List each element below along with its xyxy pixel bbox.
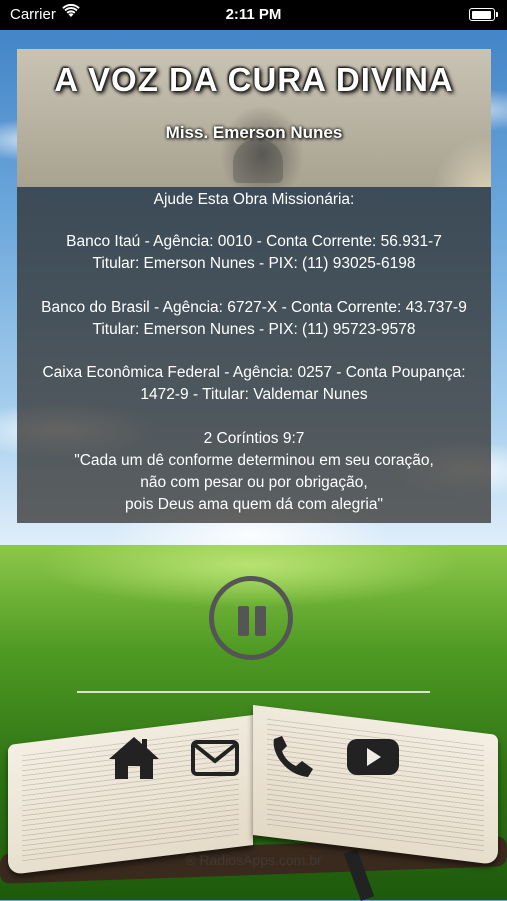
mail-icon[interactable] [191, 740, 239, 776]
header-banner: A VOZ DA CURA DIVINA Miss. Emerson Nunes [17, 49, 491, 187]
verse-reference: 2 Coríntios 9:7 [203, 430, 305, 447]
bank-caixa-line2: 1472-9 - Titular: Valdemar Nunes [140, 386, 368, 403]
clock: 2:11 PM [225, 6, 282, 23]
home-icon[interactable] [107, 735, 161, 781]
bank-brasil-line1: Banco do Brasil - Agência: 6727-X - Cont… [41, 299, 467, 316]
pause-icon [238, 606, 249, 636]
bank-brasil-line2: Titular: Emerson Nunes - PIX: (11) 95723… [92, 321, 416, 338]
pause-button[interactable] [209, 576, 293, 660]
app-title: A VOZ DA CURA DIVINA [54, 61, 454, 98]
bible-image [0, 700, 507, 901]
bank-caixa-line1: Caixa Econômica Federal - Agência: 0257 … [42, 364, 466, 381]
status-bar: Carrier 2:11 PM [0, 0, 507, 30]
verse-line-2: não com pesar ou por obrigação, [140, 474, 368, 491]
bank-itau-line2: Titular: Emerson Nunes - PIX: (11) 93025… [92, 255, 416, 272]
donation-info-panel: Ajude Esta Obra Missionária: Banco Itaú … [17, 187, 491, 523]
bank-itau-line1: Banco Itaú - Agência: 0010 - Conta Corre… [66, 233, 442, 250]
verse-line-1: "Cada um dê conforme determinou em seu c… [74, 452, 434, 469]
divider [77, 691, 430, 693]
battery-icon [469, 8, 498, 21]
preacher-name: Miss. Emerson Nunes [165, 123, 343, 142]
phone-icon[interactable] [268, 733, 316, 781]
donation-intro: Ajude Esta Obra Missionária: [153, 191, 355, 208]
copyright-text: ® RadiosApps.com.br [185, 852, 322, 868]
verse-line-3: pois Deus ama quem dá com alegria" [125, 496, 383, 513]
microphone-image [233, 139, 283, 183]
youtube-icon[interactable] [345, 737, 401, 777]
